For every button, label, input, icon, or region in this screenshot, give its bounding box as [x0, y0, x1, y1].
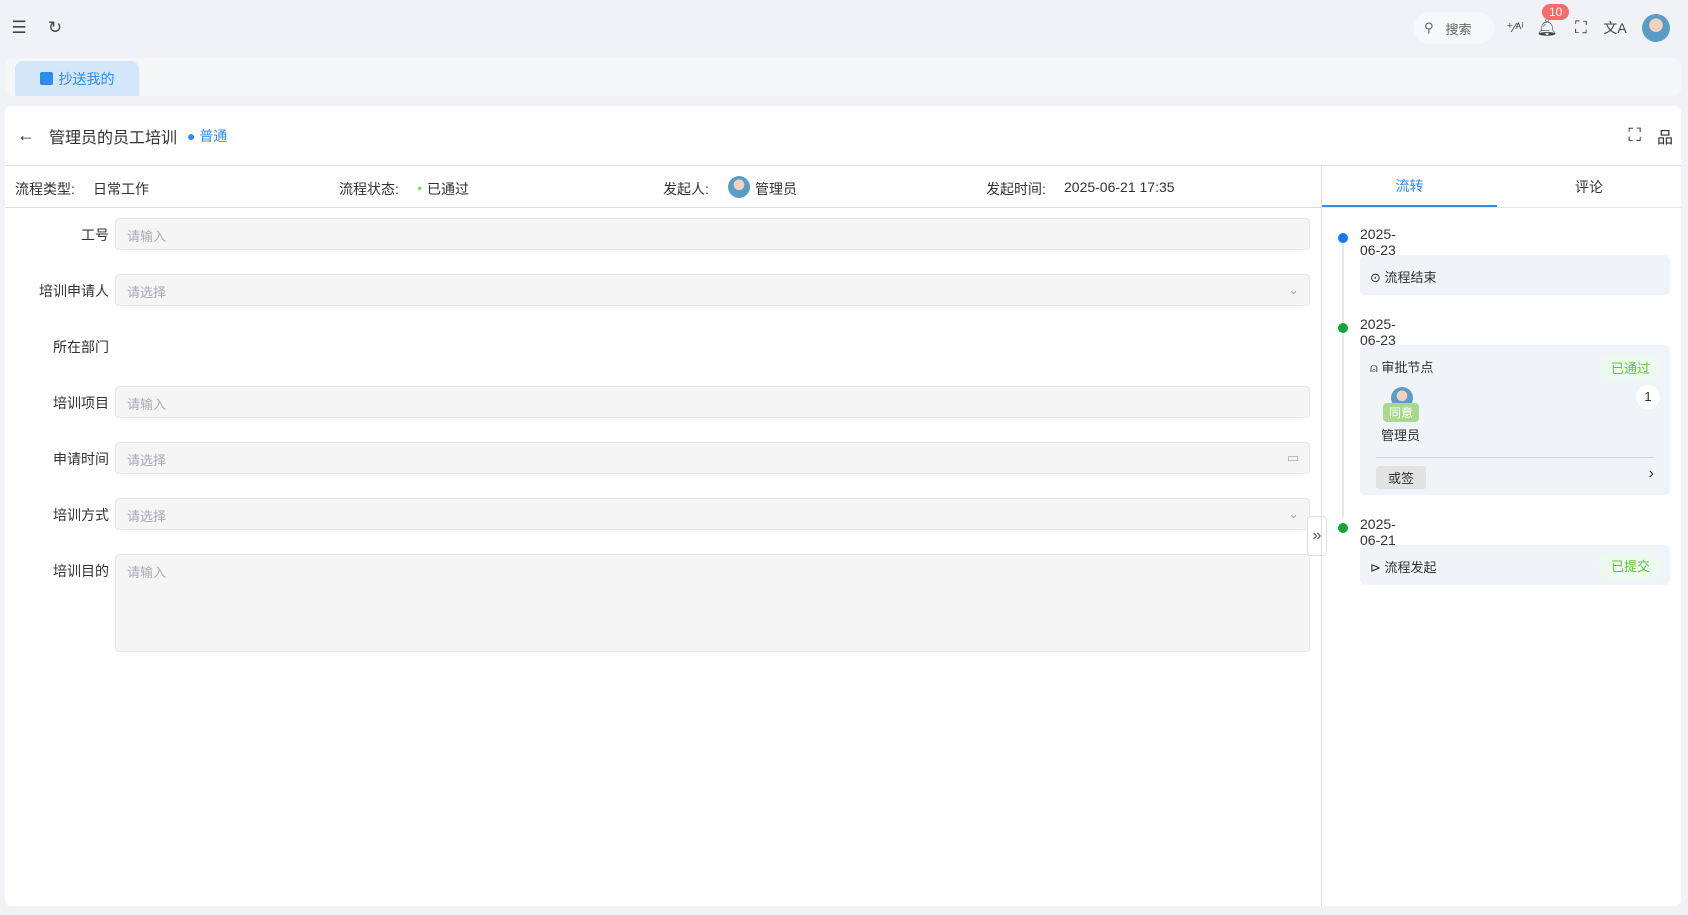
- timeline-dot: [1338, 233, 1348, 243]
- refresh-icon[interactable]: ↻: [43, 16, 67, 40]
- initiator-label: 发起人:: [663, 181, 709, 197]
- time-value: 2025-06-21 17:35: [1064, 179, 1175, 195]
- tab-comments[interactable]: 评论: [1497, 166, 1681, 207]
- purpose-textarea[interactable]: 请输入: [115, 554, 1310, 652]
- field-employee-id: 工号 请输入: [5, 218, 1315, 250]
- ai-icon[interactable]: ⁺⁄ᴬⁱ: [1503, 16, 1527, 40]
- timeline-item-approval: ⍝ 审批节点 已通过 同意 管理员 1 或签 ›: [1360, 345, 1670, 495]
- page-title: 管理员的员工培训: [49, 129, 178, 147]
- chevron-right-icon[interactable]: ›: [1649, 465, 1654, 483]
- chevron-down-icon: ⌄: [1288, 282, 1299, 297]
- status-tag: 已提交: [1598, 553, 1662, 578]
- flowchart-icon[interactable]: 品: [1657, 124, 1673, 148]
- fullscreen-icon[interactable]: ⛶: [1569, 16, 1593, 40]
- initiator-avatar: [728, 176, 750, 198]
- timeline-item-end: ⊙ 流程结束: [1360, 255, 1670, 295]
- translate-icon[interactable]: 文A: [1603, 16, 1627, 40]
- approver-name: 管理员: [1381, 428, 1421, 443]
- field-purpose: 培训目的 请输入: [5, 554, 1315, 652]
- approver-count: 1: [1636, 385, 1660, 409]
- apply-time-picker[interactable]: 请选择 ▭: [115, 442, 1310, 474]
- time-label: 发起时间:: [986, 181, 1046, 197]
- search-icon: ⚲: [1424, 20, 1434, 35]
- user-avatar[interactable]: [1642, 14, 1670, 42]
- approval-result-tag: 同意: [1383, 403, 1420, 422]
- end-circle-icon: ⊙ 流程结束: [1370, 270, 1437, 285]
- fullscreen-icon[interactable]: ⛶: [1628, 125, 1641, 146]
- process-detail-card: ← 管理员的员工培训 ● 普通 ⛶ 品 流程类型: 日常工作 流程状态: ● 已…: [5, 106, 1681, 906]
- applicant-select[interactable]: 请选择 ⌄: [115, 274, 1310, 306]
- field-label: 培训目的: [53, 563, 109, 579]
- tab-bar: 抄送我的: [5, 58, 1681, 96]
- type-value: 日常工作: [93, 181, 149, 197]
- field-applicant: 培训申请人 请选择 ⌄: [5, 274, 1315, 306]
- field-project: 培训项目 请输入: [5, 386, 1315, 418]
- tab-flow[interactable]: 流转: [1322, 166, 1497, 207]
- timeline-dot: [1338, 323, 1348, 333]
- divider: [1376, 457, 1654, 458]
- field-label: 工号: [81, 227, 109, 243]
- right-panel: 流转 评论 2025-06-23 11:28 ⊙ 流程结束 2025-06-23…: [1321, 166, 1681, 906]
- status-label: 流程状态:: [339, 181, 399, 197]
- status-dot: ●: [417, 183, 423, 193]
- process-info-row: 流程类型: 日常工作 流程状态: ● 已通过 发起人: 管理员 发起时间: 20…: [5, 166, 1321, 208]
- tab-cc-me[interactable]: 抄送我的: [15, 61, 139, 96]
- calendar-icon: ▭: [1286, 450, 1299, 465]
- timeline-line: [1342, 238, 1344, 518]
- method-select[interactable]: 请选择 ⌄: [115, 498, 1310, 530]
- top-bar: ☰ ↻ ⚲ 搜索 ⁺⁄ᴬⁱ 🔔︎ 10 ⛶ 文A: [0, 0, 1688, 56]
- timeline-dot: [1338, 523, 1348, 533]
- menu-icon[interactable]: ☰: [7, 16, 31, 40]
- notification-badge: 10: [1542, 4, 1570, 20]
- employee-id-input[interactable]: 请输入: [115, 218, 1310, 250]
- project-input[interactable]: 请输入: [115, 386, 1310, 418]
- detail-header: ← 管理员的员工培训 ● 普通 ⛶ 品: [5, 106, 1681, 166]
- chevron-down-icon: ⌄: [1288, 506, 1299, 521]
- sign-mode-tag: 或签: [1376, 466, 1427, 489]
- field-label: 培训项目: [53, 395, 109, 411]
- user-icon: ⍝ 审批节点: [1370, 360, 1434, 375]
- edit-doc-icon: [39, 72, 53, 85]
- field-label: 培训申请人: [39, 283, 109, 299]
- field-label: 所在部门: [53, 339, 109, 355]
- field-method: 培训方式 请选择 ⌄: [5, 498, 1315, 530]
- status-tag: 已通过: [1598, 355, 1662, 380]
- search-button[interactable]: ⚲ 搜索: [1414, 12, 1494, 44]
- status-value: 已通过: [427, 181, 469, 197]
- priority-badge: ● 普通: [187, 127, 228, 144]
- field-label: 培训方式: [53, 507, 109, 523]
- timeline-item-start: ⊳ 流程发起 已提交: [1360, 545, 1670, 585]
- type-label: 流程类型:: [15, 181, 75, 197]
- field-apply-time: 申请时间 请选择 ▭: [5, 442, 1315, 474]
- back-icon[interactable]: ←: [17, 125, 35, 146]
- initiator-value: 管理员: [755, 181, 797, 197]
- field-label: 申请时间: [53, 451, 109, 467]
- play-circle-icon: ⊳ 流程发起: [1370, 560, 1437, 575]
- field-department: 所在部门: [5, 330, 1315, 362]
